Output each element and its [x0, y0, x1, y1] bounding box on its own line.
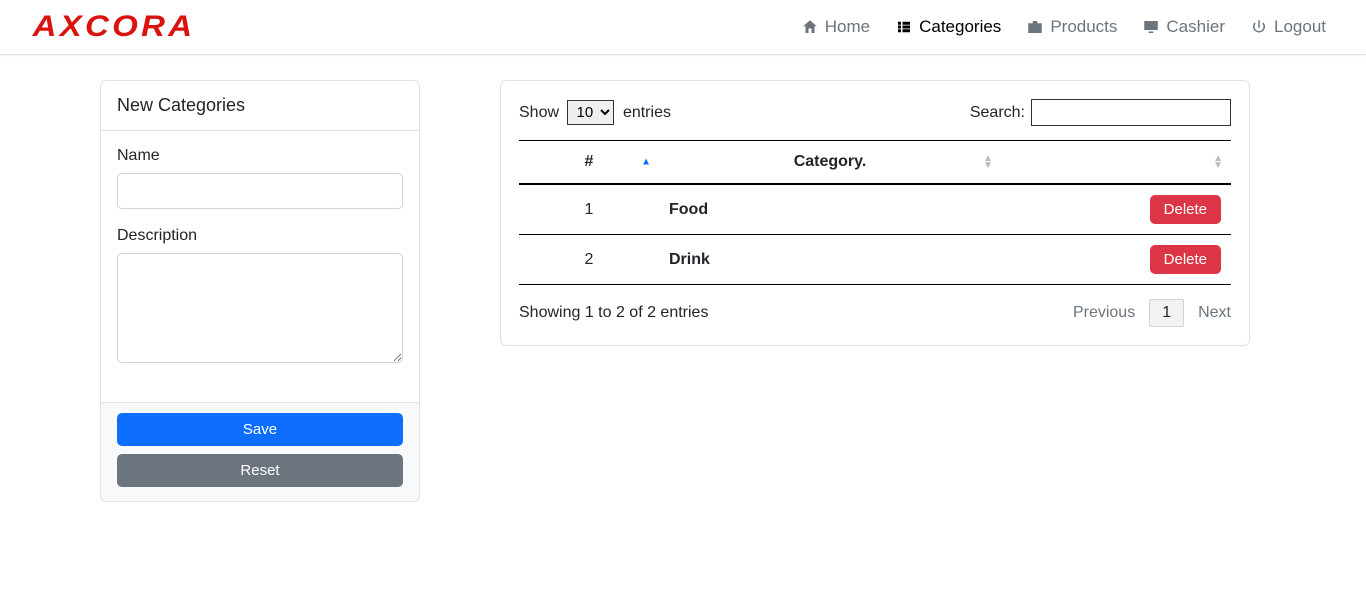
sort-icon: ▲▼ [983, 155, 993, 169]
sort-asc-icon: ▲ [641, 157, 651, 168]
col-number[interactable]: # ▲ [519, 141, 659, 185]
row-actions: Delete [1001, 235, 1231, 285]
home-icon [801, 18, 819, 36]
search-control: Search: [970, 99, 1231, 126]
form-title: New Categories [101, 81, 419, 131]
show-label: Show [519, 104, 559, 121]
briefcase-icon [1026, 18, 1044, 36]
table-controls-bottom: Showing 1 to 2 of 2 entries Previous 1 N… [519, 299, 1231, 327]
form-footer: Save Reset [101, 402, 419, 501]
categories-table-card: Show 10 entries Search: # ▲ Ca [500, 80, 1250, 346]
power-icon [1250, 18, 1268, 36]
nav-products-label: Products [1050, 17, 1117, 37]
nav-products[interactable]: Products [1026, 17, 1117, 37]
sort-icon: ▲▼ [1213, 155, 1223, 169]
nav-cashier-label: Cashier [1166, 17, 1225, 37]
nav-logout-label: Logout [1274, 17, 1326, 37]
main-container: New Categories Name Description Save Res… [0, 55, 1366, 527]
brand-logo: AXCORA [33, 10, 196, 44]
row-number: 2 [519, 235, 659, 285]
description-label: Description [117, 227, 403, 245]
table-row: 2Drink Delete [519, 235, 1231, 285]
navbar: AXCORA Home Categories Products Cashier … [0, 0, 1366, 55]
table-info: Showing 1 to 2 of 2 entries [519, 304, 708, 322]
table-row: 1Food Delete [519, 184, 1231, 235]
next-button[interactable]: Next [1198, 304, 1231, 322]
reset-button[interactable]: Reset [117, 454, 403, 487]
save-button[interactable]: Save [117, 413, 403, 446]
nav-logout[interactable]: Logout [1250, 17, 1326, 37]
prev-button[interactable]: Previous [1073, 304, 1135, 322]
page-number[interactable]: 1 [1149, 299, 1184, 327]
form-body: Name Description [101, 131, 419, 402]
pagination: Previous 1 Next [1073, 299, 1231, 327]
nav-categories-label: Categories [919, 17, 1001, 37]
col-category[interactable]: Category. ▲▼ [659, 141, 1001, 185]
search-input[interactable] [1031, 99, 1231, 126]
search-label: Search: [970, 104, 1025, 122]
delete-button[interactable]: Delete [1150, 195, 1221, 224]
table-controls-top: Show 10 entries Search: [519, 99, 1231, 126]
entries-select[interactable]: 10 [567, 100, 614, 125]
row-actions: Delete [1001, 184, 1231, 235]
row-number: 1 [519, 184, 659, 235]
list-icon [895, 18, 913, 36]
row-category: Drink [659, 235, 1001, 285]
nav-home[interactable]: Home [801, 17, 870, 37]
entries-control: Show 10 entries [519, 100, 671, 125]
name-input[interactable] [117, 173, 403, 209]
nav-categories[interactable]: Categories [895, 17, 1001, 37]
name-label: Name [117, 147, 403, 165]
categories-table: # ▲ Category. ▲▼ ▲▼ 1Food Delete 2Drink Del… [519, 140, 1231, 285]
new-category-card: New Categories Name Description Save Res… [100, 80, 420, 502]
description-input[interactable] [117, 253, 403, 363]
entries-label: entries [623, 104, 671, 121]
monitor-icon [1142, 18, 1160, 36]
col-actions[interactable]: ▲▼ [1001, 141, 1231, 185]
nav-cashier[interactable]: Cashier [1142, 17, 1225, 37]
nav-home-label: Home [825, 17, 870, 37]
nav-links: Home Categories Products Cashier Logout [801, 17, 1326, 37]
delete-button[interactable]: Delete [1150, 245, 1221, 274]
row-category: Food [659, 184, 1001, 235]
